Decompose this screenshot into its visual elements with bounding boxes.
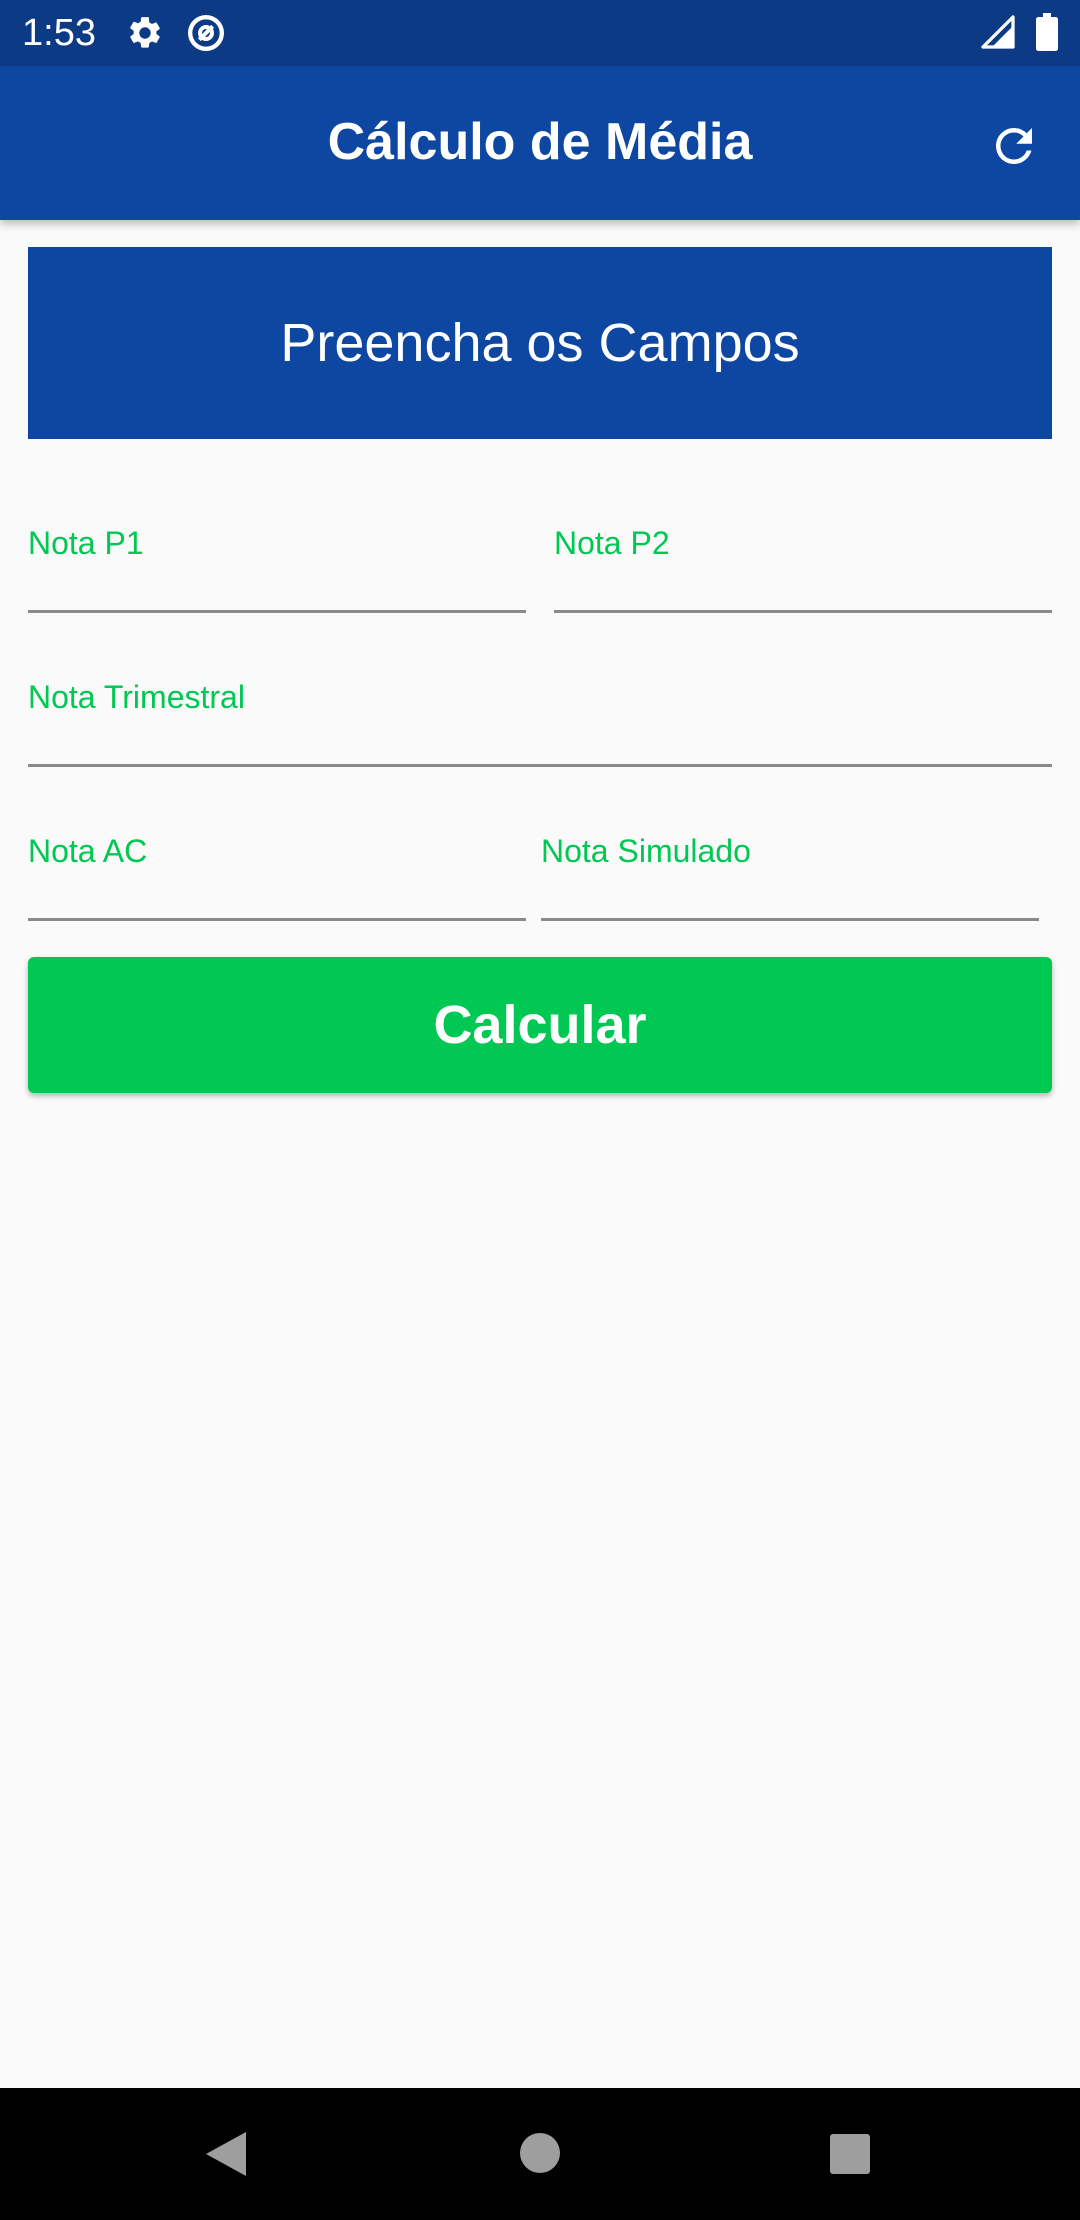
- nota-ac-input[interactable]: [28, 869, 526, 921]
- nota-simulado-field: Nota Simulado: [541, 833, 1039, 921]
- nota-p2-label: Nota P2: [554, 525, 670, 561]
- nota-simulado-input[interactable]: [541, 869, 1039, 921]
- calculate-button[interactable]: Calcular: [28, 957, 1052, 1093]
- nota-trimestral-field: Nota Trimestral: [28, 679, 1052, 767]
- nota-p1-label: Nota P1: [28, 525, 144, 561]
- nota-p1-input[interactable]: [28, 561, 526, 613]
- banner-text: Preencha os Campos: [280, 313, 800, 373]
- status-bar: 1:53: [0, 0, 1080, 66]
- status-time: 1:53: [22, 12, 96, 54]
- nota-trimestral-label: Nota Trimestral: [28, 679, 245, 715]
- refresh-icon: [987, 119, 1041, 178]
- nota-p2-input[interactable]: [554, 561, 1052, 613]
- back-icon[interactable]: [204, 2130, 248, 2183]
- nota-simulado-label: Nota Simulado: [541, 833, 751, 869]
- app-bar: Cálculo de Média: [0, 66, 1080, 220]
- settings-icon: [126, 14, 164, 57]
- instruction-banner: Preencha os Campos: [28, 247, 1052, 439]
- nota-ac-field: Nota AC: [28, 833, 526, 921]
- nota-p1-field: Nota P1: [28, 525, 526, 613]
- signal-icon: [980, 14, 1016, 55]
- nota-ac-label: Nota AC: [28, 833, 148, 869]
- home-icon[interactable]: [519, 2132, 561, 2179]
- at-sign-icon: [186, 13, 226, 58]
- nota-trimestral-input[interactable]: [28, 715, 1052, 767]
- nota-p2-field: Nota P2: [554, 525, 1052, 613]
- navigation-bar: [0, 2088, 1080, 2220]
- battery-icon: [1036, 13, 1058, 56]
- page-title: Cálculo de Média: [327, 113, 753, 171]
- refresh-button[interactable]: [978, 112, 1050, 184]
- recents-icon[interactable]: [829, 2133, 871, 2180]
